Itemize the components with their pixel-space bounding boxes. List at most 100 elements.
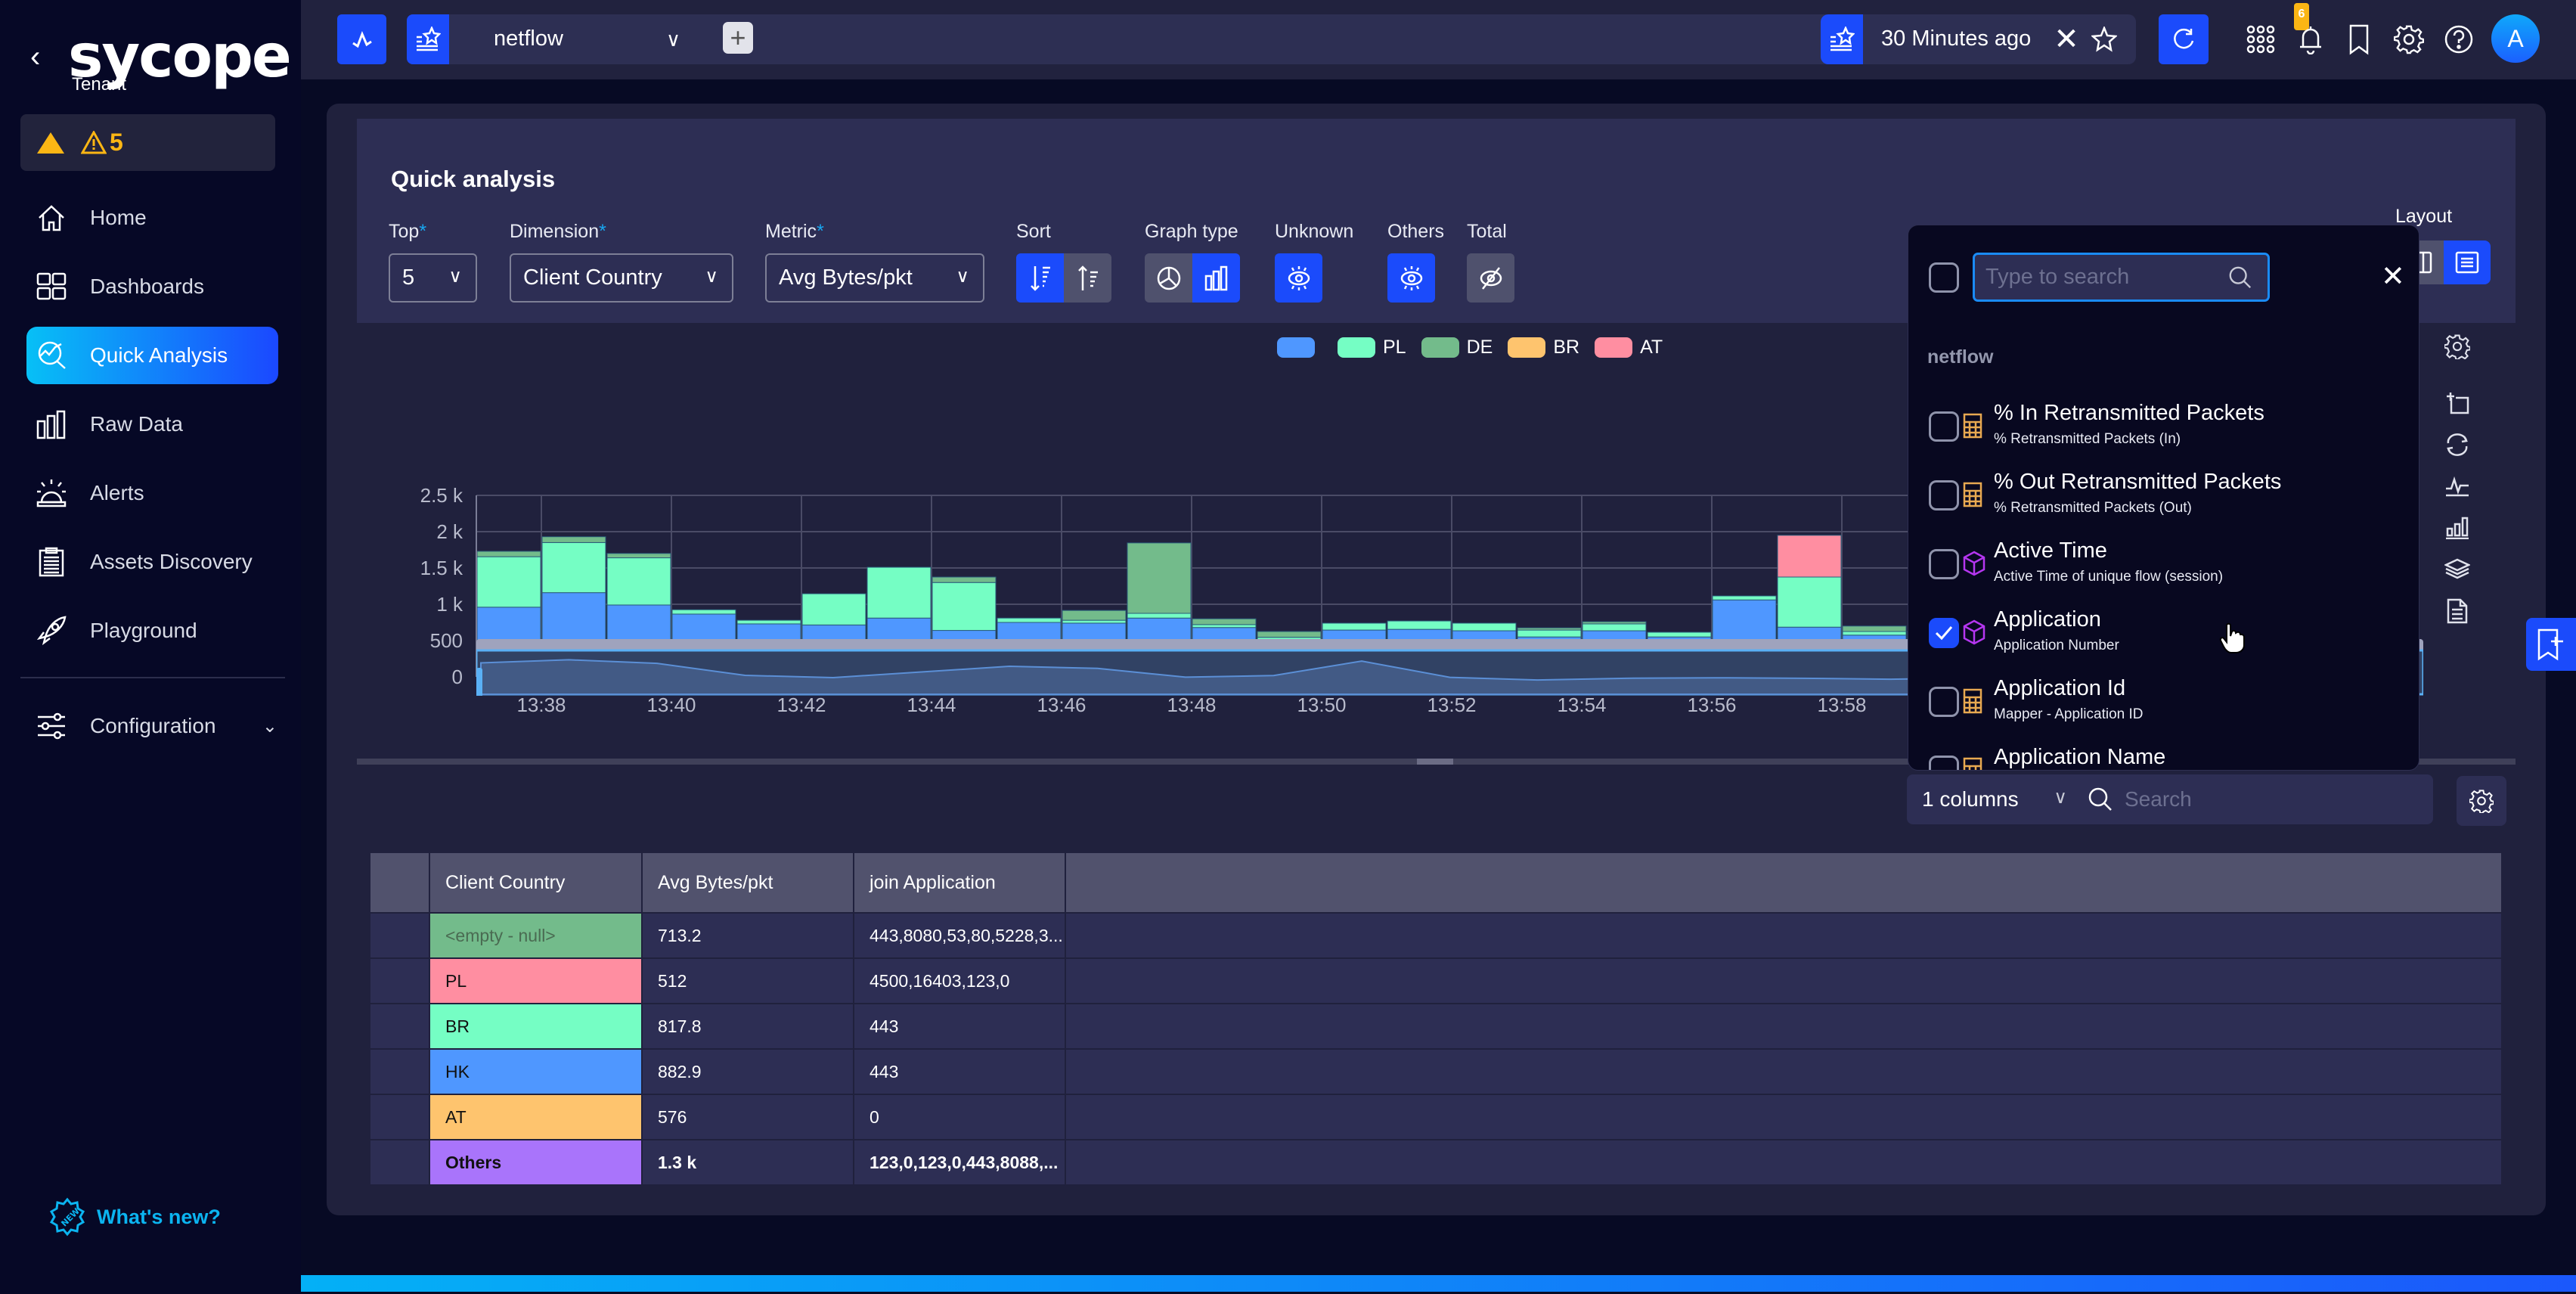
zoom-select-icon[interactable] [2442, 382, 2472, 424]
total-hidden-button[interactable] [1467, 253, 1514, 303]
column-header-avg[interactable]: Avg Bytes/pkt [643, 853, 854, 912]
close-icon[interactable]: ✕ [2381, 259, 2405, 293]
assets-icon [36, 546, 67, 578]
sidebar-item-assets-discovery[interactable]: Assets Discovery [26, 533, 278, 591]
sort-ascending-button[interactable] [1064, 253, 1111, 303]
others-visible-button[interactable] [1387, 253, 1435, 303]
column-checkbox[interactable] [1929, 549, 1959, 579]
legend-item[interactable]: BR [1508, 337, 1579, 358]
bar-chart-icon[interactable] [2442, 507, 2472, 548]
legend-item[interactable]: DE [1421, 337, 1493, 358]
metric-select[interactable]: Avg Bytes/pkt ∨ [765, 253, 984, 303]
analysis-mode-button[interactable] [337, 14, 386, 64]
unknown-toggle[interactable] [1275, 253, 1322, 303]
column-option[interactable]: % In Retransmitted Packets % Retransmitte… [1908, 396, 2419, 465]
x-tick-label: 13:52 [1427, 694, 1476, 716]
sidebar-item-playground[interactable]: Playground [26, 602, 278, 659]
dashboards-icon [36, 271, 67, 303]
column-option[interactable]: Application NameMapper - Application Num… [1908, 740, 2419, 770]
column-header-application[interactable]: join Application [854, 853, 1066, 912]
whats-new-link[interactable]: NEW What's new? [48, 1197, 221, 1237]
legend-item[interactable] [1277, 337, 1322, 358]
dimension-value: Client Country [523, 265, 662, 290]
legend-item[interactable]: PL [1338, 337, 1406, 358]
column-option[interactable]: % Out Retransmitted Packets % Retransmitt… [1908, 465, 2419, 534]
legend-swatch [1338, 337, 1375, 358]
sidebar-item-quick-analysis[interactable]: Quick Analysis [26, 327, 278, 384]
layout-rows-button[interactable] [2444, 240, 2491, 284]
chart-settings-icon[interactable] [2442, 325, 2472, 367]
sidebar-item-alerts[interactable]: Alerts [26, 464, 278, 522]
sidebar-item-configuration[interactable]: Configuration ⌄ [36, 703, 277, 749]
column-option[interactable]: Application Application Number [1908, 603, 2419, 672]
line-chart-icon[interactable] [2442, 465, 2472, 507]
columns-select[interactable]: 1 columns ∨ [1907, 774, 2081, 824]
pie-chart-button[interactable] [1145, 253, 1192, 303]
column-checkbox[interactable] [1929, 687, 1959, 717]
column-header-country[interactable]: Client Country [430, 853, 643, 912]
column-checkbox[interactable] [1929, 480, 1959, 510]
sidebar-item-raw-data[interactable]: Raw Data [26, 396, 278, 453]
unknown-visible-button[interactable] [1275, 253, 1322, 303]
bar-segment [1517, 629, 1582, 638]
user-avatar[interactable]: A [2491, 14, 2540, 63]
table-search-input[interactable] [2125, 787, 2397, 811]
table-row[interactable]: Others 1.3 k 123,0,123,0,443,8088,... [370, 1139, 2503, 1184]
application-cell: 4500,16403,123,0 [854, 957, 1066, 1003]
x-tick-label: 13:54 [1557, 694, 1606, 716]
total-toggle[interactable] [1467, 253, 1514, 303]
alerts-summary[interactable]: 5 [20, 114, 275, 171]
reset-zoom-icon[interactable] [2442, 424, 2472, 465]
sidebar-item-dashboards[interactable]: Dashboards [26, 258, 278, 315]
table-row[interactable]: <empty - null> 713.2 443,8080,53,80,5228,3… [370, 912, 2503, 957]
x-tick-label: 13:46 [1037, 694, 1086, 716]
application-cell: 123,0,123,0,443,8088,... [854, 1139, 1066, 1184]
clear-time-icon[interactable]: ✕ [2051, 23, 2082, 56]
help-icon[interactable] [2442, 23, 2475, 56]
x-tick-label: 13:42 [777, 694, 826, 716]
column-option-title: Application [1994, 607, 2101, 631]
layers-icon[interactable] [2442, 548, 2472, 590]
add-bookmark-button[interactable] [2526, 618, 2576, 671]
table-row[interactable]: PL 512 4500,16403,123,0 [370, 957, 2503, 1003]
bookmark-icon[interactable] [2342, 21, 2376, 57]
others-toggle[interactable] [1387, 253, 1435, 303]
scrollbar-thumb[interactable] [1417, 759, 1453, 765]
home-icon [36, 202, 67, 234]
settings-gear-icon[interactable] [2392, 23, 2426, 56]
select-all-checkbox[interactable] [1929, 262, 1959, 293]
add-datasource-button[interactable]: + [723, 22, 753, 54]
refresh-button[interactable] [2159, 14, 2209, 64]
datasource-name[interactable]: netflow [494, 26, 563, 51]
bell-icon[interactable] [2294, 23, 2327, 56]
bar-chart-button[interactable] [1192, 253, 1240, 303]
document-icon[interactable] [2442, 590, 2472, 631]
dimension-select[interactable]: Client Country ∨ [510, 253, 733, 303]
table-row[interactable]: AT 576 0 [370, 1094, 2503, 1139]
sidebar-item-home[interactable]: Home [26, 189, 278, 247]
table-row[interactable]: HK 882.9 443 [370, 1048, 2503, 1094]
top-select[interactable]: 5 ∨ [389, 253, 477, 303]
table-row[interactable]: BR 817.8 443 [370, 1003, 2503, 1048]
column-option[interactable]: Application Id Mapper - Application ID [1908, 672, 2419, 740]
table-settings-button[interactable] [2457, 776, 2506, 826]
sort-descending-button[interactable] [1016, 253, 1064, 303]
legend-swatch [1277, 337, 1315, 358]
column-checkbox[interactable] [1929, 411, 1959, 442]
apps-grid-icon[interactable] [2244, 23, 2277, 56]
empty-cell [1066, 1048, 2503, 1094]
time-favorites-button[interactable] [1821, 14, 1863, 64]
time-range-selector[interactable]: 30 Minutes ago ✕ [1821, 14, 2136, 64]
legend-item[interactable]: AT [1595, 337, 1663, 358]
favorites-list-button[interactable] [407, 14, 449, 64]
column-checkbox[interactable] [1929, 618, 1959, 648]
column-group-label: netflow [1927, 346, 1994, 368]
datasource-chevron-icon[interactable]: ∨ [666, 28, 680, 51]
column-option-title: % In Retransmitted Packets [1994, 401, 2264, 425]
time-favorite-star-icon[interactable] [2089, 24, 2119, 54]
navigator-left-handle[interactable] [476, 668, 482, 696]
column-checkbox[interactable] [1929, 756, 1959, 770]
collapse-sidebar-icon[interactable]: ‹ [30, 40, 68, 74]
column-option[interactable]: Active Time Active Time of unique flow (s… [1908, 534, 2419, 603]
column-search-input[interactable] [1985, 265, 2227, 290]
